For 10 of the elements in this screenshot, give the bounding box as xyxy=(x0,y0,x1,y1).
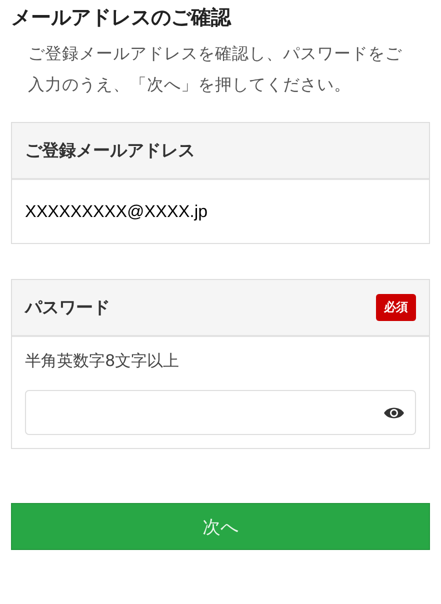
required-badge: 必須 xyxy=(376,294,416,321)
page-title: メールアドレスのご確認 xyxy=(11,4,232,31)
instruction-text: ご登録メールアドレスを確認し、パスワードをご入力のうえ、「次へ」を押してください。 xyxy=(28,43,403,96)
section-heading: パスワード xyxy=(25,297,110,319)
password-field[interactable] xyxy=(25,390,416,435)
password-hint: 半角英数字8文字以上 xyxy=(25,350,180,372)
eye-icon[interactable] xyxy=(383,406,405,420)
section-heading: ご登録メールアドレス xyxy=(25,140,195,162)
email-address: XXXXXXXXX@XXXX.jp xyxy=(25,202,208,222)
next-button[interactable]: 次へ xyxy=(11,503,430,550)
